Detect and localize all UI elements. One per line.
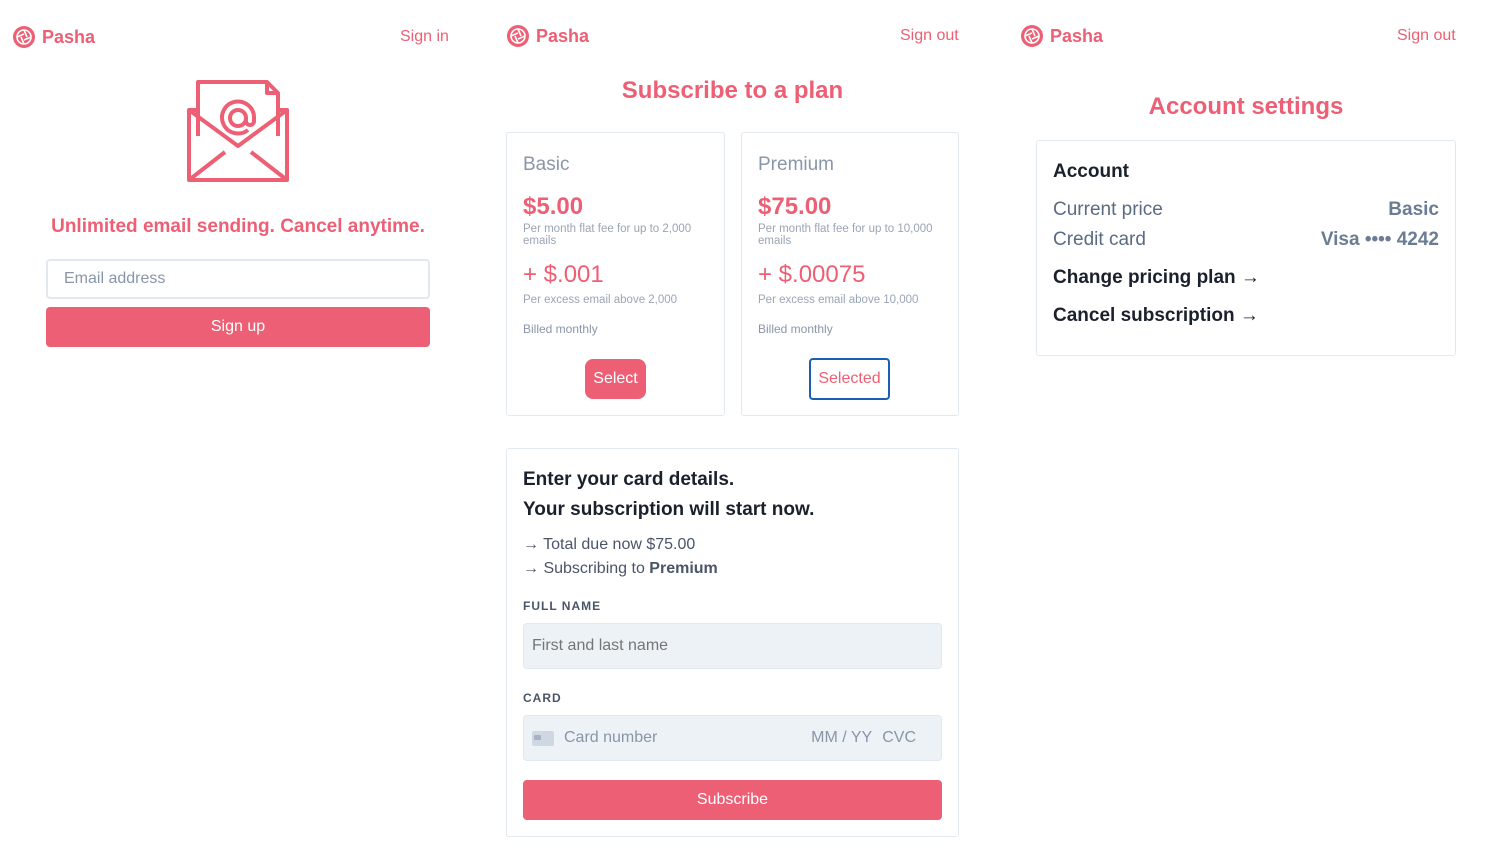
tagline: Unlimited email sending. Cancel anytime. — [51, 216, 425, 237]
card-cvc-placeholder: CVC — [882, 729, 916, 746]
checkout-heading-line2: Your subscription will start now. — [523, 499, 815, 520]
envelope-at-icon — [187, 80, 289, 182]
billing-note: Billed monthly — [758, 322, 833, 336]
brand-logo[interactable]: Pasha — [506, 24, 589, 48]
card-number-placeholder: Card number — [564, 729, 658, 746]
current-price-label: Current price — [1053, 199, 1163, 220]
total-due-value: $75.00 — [646, 536, 696, 553]
card-label: CARD — [523, 691, 562, 705]
sign-up-button[interactable]: Sign up — [46, 307, 430, 347]
plan-card-basic: Basic $5.00 Per month flat fee for up to… — [506, 132, 725, 416]
checkout-heading-line1: Enter your card details. — [523, 469, 735, 490]
page-title: Subscribe to a plan — [621, 77, 844, 104]
aperture-icon — [507, 25, 529, 47]
plan-price-note: Per month flat fee for up to 10,000 emai… — [758, 223, 933, 247]
plan-name: Premium — [758, 154, 835, 175]
aperture-icon — [1021, 25, 1043, 47]
total-due-prefix: → Total due now — [523, 536, 642, 553]
email-input[interactable] — [46, 259, 430, 299]
sign-out-link[interactable]: Sign out — [900, 27, 959, 45]
plan-price: $5.00 — [523, 193, 584, 220]
subscribe-button[interactable]: Subscribe — [523, 780, 942, 820]
current-price-value: Basic — [1388, 199, 1439, 220]
sign-in-link[interactable]: Sign in — [400, 28, 449, 46]
full-name-input[interactable] — [523, 623, 942, 669]
aperture-icon — [13, 26, 35, 48]
subscribing-line: → Subscribing to Premium — [523, 560, 718, 578]
account-heading: Account — [1053, 161, 1129, 182]
full-name-label: FULL NAME — [523, 599, 602, 613]
plan-excess-note: Per excess email above 10,000 — [758, 294, 919, 306]
current-price-row: Current price Basic — [1053, 199, 1439, 221]
plan-excess-note: Per excess email above 2,000 — [523, 294, 678, 306]
billing-note: Billed monthly — [523, 322, 598, 336]
brand-logo[interactable]: Pasha — [1020, 24, 1103, 48]
credit-card-icon — [532, 730, 554, 746]
plan-price: $75.00 — [758, 193, 832, 220]
brand-logo[interactable]: Pasha — [12, 25, 95, 49]
plan-name: Basic — [523, 154, 570, 175]
brand-name: Pasha — [1050, 25, 1104, 46]
credit-card-label: Credit card — [1053, 229, 1146, 250]
plan-excess-price: + $.001 — [523, 261, 604, 288]
page-title: Account settings — [1148, 93, 1344, 120]
brand-name: Pasha — [42, 26, 96, 47]
total-due-line: → Total due now $75.00 — [523, 536, 695, 554]
change-pricing-plan-link[interactable]: Change pricing plan → — [1053, 267, 1260, 289]
cancel-subscription-link[interactable]: Cancel subscription → — [1053, 305, 1259, 327]
subscribing-prefix: → Subscribing to — [523, 560, 645, 577]
subscribing-plan: Premium — [649, 560, 718, 577]
select-plan-button[interactable]: Select — [585, 359, 646, 399]
selected-plan-button[interactable]: Selected — [809, 358, 890, 400]
account-card: Account Current price Basic Credit card … — [1036, 140, 1456, 356]
plan-card-premium: Premium $75.00 Per month flat fee for up… — [741, 132, 959, 416]
checkout-card: Enter your card details. Your subscripti… — [506, 448, 959, 837]
credit-card-value: Visa •••• 4242 — [1320, 229, 1439, 250]
plan-price-note: Per month flat fee for up to 2,000 email… — [523, 223, 692, 247]
brand-name: Pasha — [536, 25, 590, 46]
card-expiry-placeholder: MM / YY — [811, 729, 873, 746]
plan-excess-price: + $.00075 — [758, 261, 866, 288]
sign-out-link[interactable]: Sign out — [1397, 27, 1456, 45]
card-input[interactable]: Card number MM / YY CVC — [523, 715, 942, 761]
credit-card-row: Credit card Visa •••• 4242 — [1053, 229, 1439, 251]
